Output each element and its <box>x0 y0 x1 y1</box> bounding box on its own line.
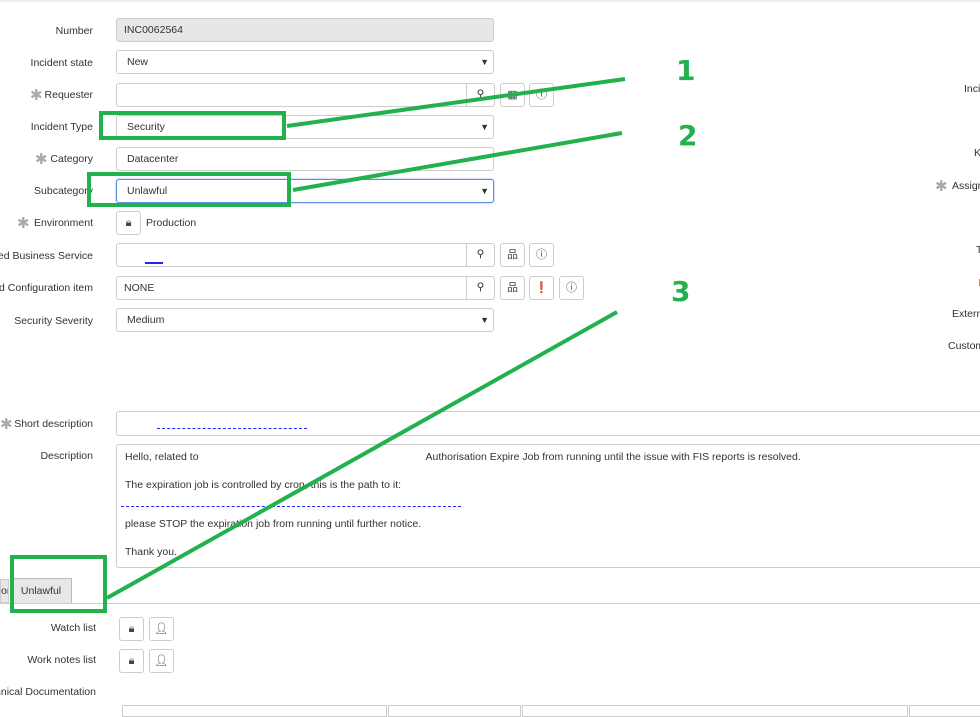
annotation-number-2: 2 <box>678 119 698 152</box>
annotation-number-1: 1 <box>676 54 696 87</box>
annotation-overlay <box>10 77 626 613</box>
annotation-line-3 <box>106 310 618 600</box>
annotation-box-3 <box>10 555 107 613</box>
annotation-number-3: 3 <box>671 275 691 308</box>
annotation-box-1 <box>99 111 286 140</box>
annotation-line-2 <box>292 131 623 192</box>
annotation-box-2 <box>87 172 291 207</box>
annotation-line-1 <box>286 77 626 128</box>
